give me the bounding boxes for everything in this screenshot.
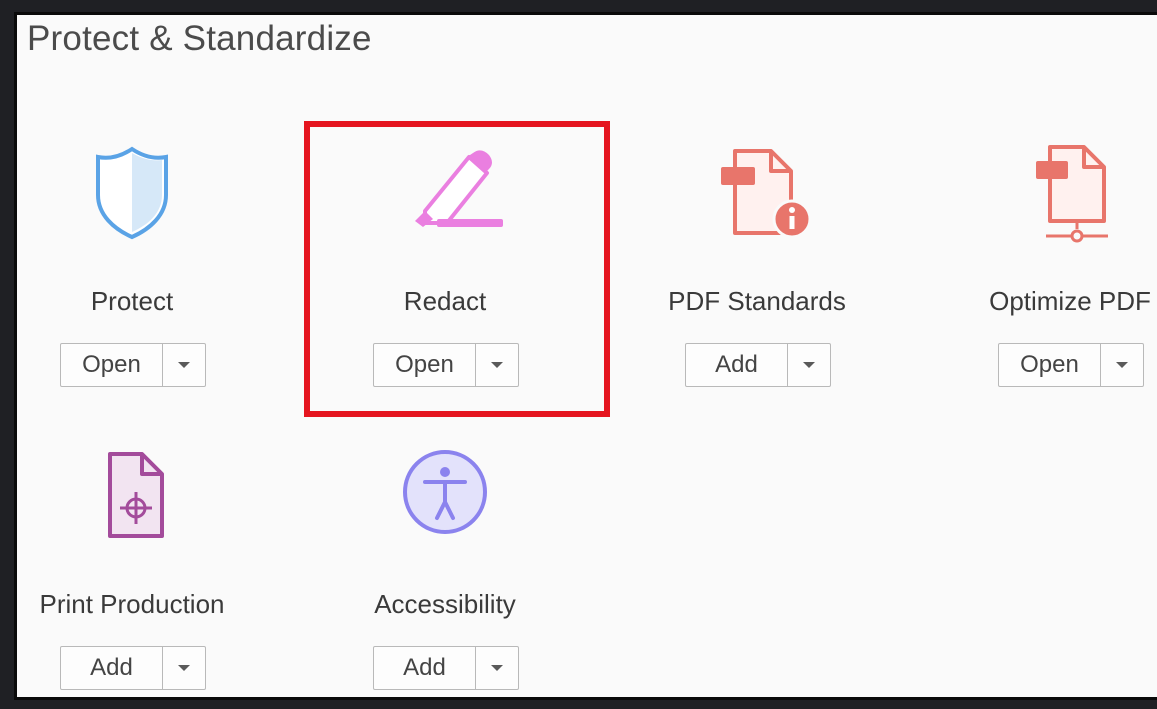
optimize-pdf-dropdown-button[interactable] [1101, 344, 1143, 386]
optimize-pdf-open-button[interactable]: Open [998, 343, 1144, 387]
open-button-label[interactable]: Open [999, 344, 1101, 386]
print-production-add-button[interactable]: Add [60, 646, 206, 690]
accessibility-add-button[interactable]: Add [373, 646, 519, 690]
tool-optimize-pdf[interactable]: Optimize PDF Open [920, 143, 1157, 403]
accessibility-icon [395, 446, 495, 546]
tool-pdf-standards[interactable]: PDF Standards Add [607, 143, 907, 403]
chevron-down-icon [178, 665, 190, 671]
redact-highlight-box [304, 121, 610, 417]
tool-label: Optimize PDF [989, 286, 1151, 316]
protect-dropdown-button[interactable] [163, 344, 205, 386]
tool-label: Protect [90, 286, 174, 316]
open-button-label[interactable]: Open [61, 344, 163, 386]
chevron-down-icon [491, 665, 503, 671]
pdf-standards-icon [707, 143, 812, 243]
print-production-icon [82, 446, 182, 546]
tool-label: PDF Standards [668, 286, 846, 316]
chevron-down-icon [803, 362, 815, 368]
accessibility-dropdown-button[interactable] [476, 647, 518, 689]
pdf-standards-dropdown-button[interactable] [788, 344, 830, 386]
protect-open-button[interactable]: Open [60, 343, 206, 387]
add-button-label[interactable]: Add [686, 344, 788, 386]
tool-label: Accessibility [374, 589, 516, 619]
tools-panel: Protect & Standardize Protect Open Redac… [14, 12, 1157, 700]
section-title: Protect & Standardize [27, 19, 372, 58]
tool-protect[interactable]: Protect Open [17, 143, 282, 403]
tool-label: Print Production [39, 589, 225, 619]
shield-icon [82, 143, 182, 243]
tool-print-production[interactable]: Print Production Add [17, 446, 282, 697]
add-button-label[interactable]: Add [374, 647, 476, 689]
pdf-standards-add-button[interactable]: Add [685, 343, 831, 387]
print-production-dropdown-button[interactable] [163, 647, 205, 689]
add-button-label[interactable]: Add [61, 647, 163, 689]
chevron-down-icon [1116, 362, 1128, 368]
tool-accessibility[interactable]: Accessibility Add [295, 446, 595, 697]
optimize-pdf-icon [1020, 143, 1120, 243]
chevron-down-icon [178, 362, 190, 368]
